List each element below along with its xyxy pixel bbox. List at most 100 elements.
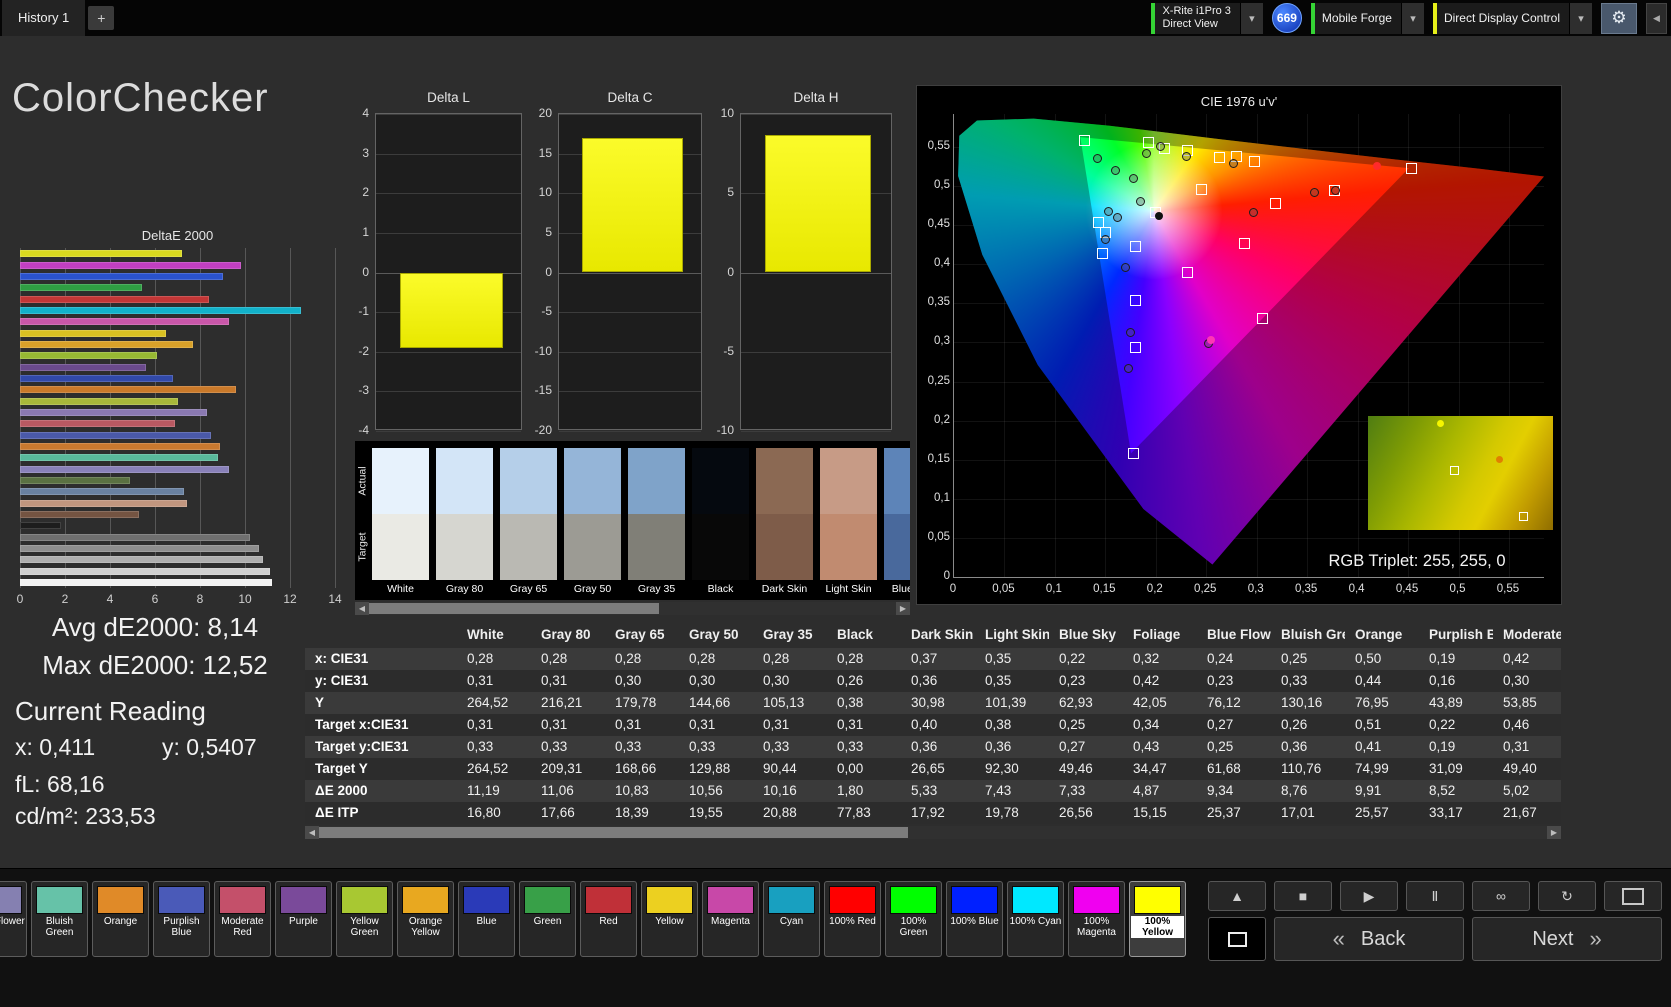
avg-de2000: Avg dE2000: 8,14 bbox=[51, 612, 259, 642]
pattern-window-button[interactable] bbox=[1604, 881, 1662, 911]
patch-button-cyan[interactable]: Cyan bbox=[763, 881, 820, 957]
patch-button-yellow-green[interactable]: Yellow Green bbox=[336, 881, 393, 957]
patch-button-green[interactable]: Green bbox=[519, 881, 576, 957]
patch-button-bluish-green[interactable]: Bluish Green bbox=[31, 881, 88, 957]
gear-icon: ⚙ bbox=[1611, 8, 1627, 27]
black-pattern-button[interactable] bbox=[1208, 917, 1266, 961]
deltae-bar bbox=[20, 386, 236, 394]
swatch-scroll-track[interactable] bbox=[369, 602, 896, 615]
display-dropdown-chevron-icon[interactable]: ▾ bbox=[1569, 2, 1592, 34]
patch-button-100-yellow[interactable]: 100% Yellow bbox=[1129, 881, 1186, 957]
next-button[interactable]: Next » bbox=[1472, 917, 1662, 961]
patch-color-swatch bbox=[890, 886, 937, 914]
patch-button-100-green[interactable]: 100% Green bbox=[885, 881, 942, 957]
stop-button[interactable]: ■ bbox=[1274, 881, 1332, 911]
patch-color-swatch bbox=[402, 886, 449, 914]
delta_c-tick-label: 0 bbox=[545, 264, 552, 279]
back-button[interactable]: « Back bbox=[1274, 917, 1464, 961]
swatch-label: Gray 65 bbox=[509, 583, 548, 595]
table-cell: 0,31 bbox=[541, 673, 568, 688]
cie-target-marker bbox=[1143, 136, 1155, 148]
table-cell: 144,66 bbox=[689, 695, 731, 710]
deltae-bar bbox=[20, 544, 259, 552]
table-cell: 49,40 bbox=[1503, 761, 1537, 776]
patch-button-100-blue[interactable]: 100% Blue bbox=[946, 881, 1003, 957]
patch-button-label: 100% Magenta bbox=[1077, 916, 1116, 938]
cie-target-marker bbox=[1213, 152, 1225, 164]
add-tab-button[interactable]: + bbox=[88, 6, 115, 30]
target-swatch bbox=[756, 514, 813, 580]
patch-button-orange[interactable]: Orange bbox=[92, 881, 149, 957]
meter-dropdown-chevron-icon[interactable]: ▾ bbox=[1239, 2, 1263, 34]
delta_h-tick-label: 10 bbox=[720, 106, 734, 120]
table-cell: 9,91 bbox=[1355, 783, 1382, 798]
loop-button[interactable]: ↻ bbox=[1538, 881, 1596, 911]
delta_c-tick-label: 5 bbox=[545, 224, 552, 239]
patch-button-orange-yellow[interactable]: Orange Yellow bbox=[397, 881, 454, 957]
table-cell: 0,35 bbox=[985, 651, 1012, 666]
settings-button[interactable]: ⚙ bbox=[1601, 2, 1637, 34]
pause-button[interactable]: Ⅱ bbox=[1406, 881, 1464, 911]
patch-button-yellow[interactable]: Yellow bbox=[641, 881, 698, 957]
cie-measured-marker bbox=[1309, 187, 1319, 197]
table-cell: 0,19 bbox=[1429, 651, 1456, 666]
patch-button-magenta[interactable]: Magenta bbox=[702, 881, 759, 957]
scroll-right-icon[interactable]: ▶ bbox=[896, 602, 910, 615]
deltae-bar bbox=[20, 567, 270, 575]
table-cell: 0,00 bbox=[837, 761, 864, 776]
continuous-read-button[interactable]: ∞ bbox=[1472, 881, 1530, 911]
patch-button-blue-flower[interactable]: Blue Flower bbox=[0, 881, 27, 957]
patch-button-label: Moderate Red bbox=[221, 916, 264, 938]
scroll-left-icon[interactable]: ◀ bbox=[355, 602, 369, 615]
deltae-gridline bbox=[335, 248, 336, 588]
table-header-cell: Black bbox=[837, 627, 874, 642]
scroll-left-icon[interactable]: ◀ bbox=[305, 826, 319, 839]
cie-x-tick-label: 0,45 bbox=[1395, 583, 1419, 595]
history-tab[interactable]: History 1 bbox=[2, 0, 86, 36]
table-row-label: ΔE 2000 bbox=[315, 783, 368, 798]
patch-button-purple[interactable]: Purple bbox=[275, 881, 332, 957]
table-scrollbar[interactable]: ◀ ▶ bbox=[305, 826, 1561, 839]
cie-reading-dot bbox=[1372, 161, 1381, 170]
table-cell: 9,34 bbox=[1207, 783, 1234, 798]
table-scroll-thumb[interactable] bbox=[319, 827, 909, 838]
table-scroll-track[interactable] bbox=[319, 826, 1547, 839]
table-cell: 0,30 bbox=[615, 673, 642, 688]
patch-color-swatch bbox=[158, 886, 205, 914]
source-selector[interactable]: Mobile Forge ▾ bbox=[1310, 2, 1424, 34]
display-selector[interactable]: Direct Display Control ▾ bbox=[1432, 2, 1592, 34]
table-cell: 30,98 bbox=[911, 695, 945, 710]
collapse-panel-button[interactable]: ◀ bbox=[1646, 2, 1667, 34]
patch-button-100-cyan[interactable]: 100% Cyan bbox=[1007, 881, 1064, 957]
table-cell: 129,88 bbox=[689, 761, 731, 776]
patch-button-blue[interactable]: Blue bbox=[458, 881, 515, 957]
table-cell: 0,33 bbox=[837, 739, 864, 754]
table-cell: 17,01 bbox=[1281, 805, 1315, 820]
patch-button-100-magenta[interactable]: 100% Magenta bbox=[1068, 881, 1125, 957]
table-cell: 264,52 bbox=[467, 695, 509, 710]
scroll-right-icon[interactable]: ▶ bbox=[1547, 826, 1561, 839]
table-cell: 216,21 bbox=[541, 695, 583, 710]
swatch-strip-scrollbar[interactable]: ◀ ▶ bbox=[355, 602, 910, 615]
cie-measured-marker bbox=[1136, 197, 1146, 207]
patch-button-red[interactable]: Red bbox=[580, 881, 637, 957]
cie-y-tick-label: 0,1 bbox=[934, 491, 950, 504]
table-row: ΔE 2000 11,19 11,06 10,83 10,56 10,16 1,80 5,33… bbox=[305, 780, 1561, 802]
target-swatch bbox=[628, 514, 685, 580]
deltae-bar bbox=[20, 261, 241, 269]
patch-button-moderate-red[interactable]: Moderate Red bbox=[214, 881, 271, 957]
source-dropdown-chevron-icon[interactable]: ▾ bbox=[1400, 2, 1424, 34]
play-button[interactable]: ▶ bbox=[1340, 881, 1398, 911]
collapse-strip-button[interactable]: ▲ bbox=[1208, 881, 1266, 911]
table-row-label: ΔE ITP bbox=[315, 805, 359, 820]
table-cell: 11,19 bbox=[467, 783, 500, 798]
cie-measured-marker bbox=[1103, 206, 1113, 216]
table-header-cell: White bbox=[467, 627, 504, 642]
swatch-scroll-thumb[interactable] bbox=[369, 603, 659, 614]
patch-button-purplish-blue[interactable]: Purplish Blue bbox=[153, 881, 210, 957]
meter-selector[interactable]: X-Rite i1Pro 3 Direct View ▾ bbox=[1151, 2, 1263, 34]
deltae-bar-fill bbox=[20, 488, 185, 496]
table-cell: 0,33 bbox=[1281, 673, 1308, 688]
patch-button-100-red[interactable]: 100% Red bbox=[824, 881, 881, 957]
table-cell: 0,30 bbox=[763, 673, 790, 688]
